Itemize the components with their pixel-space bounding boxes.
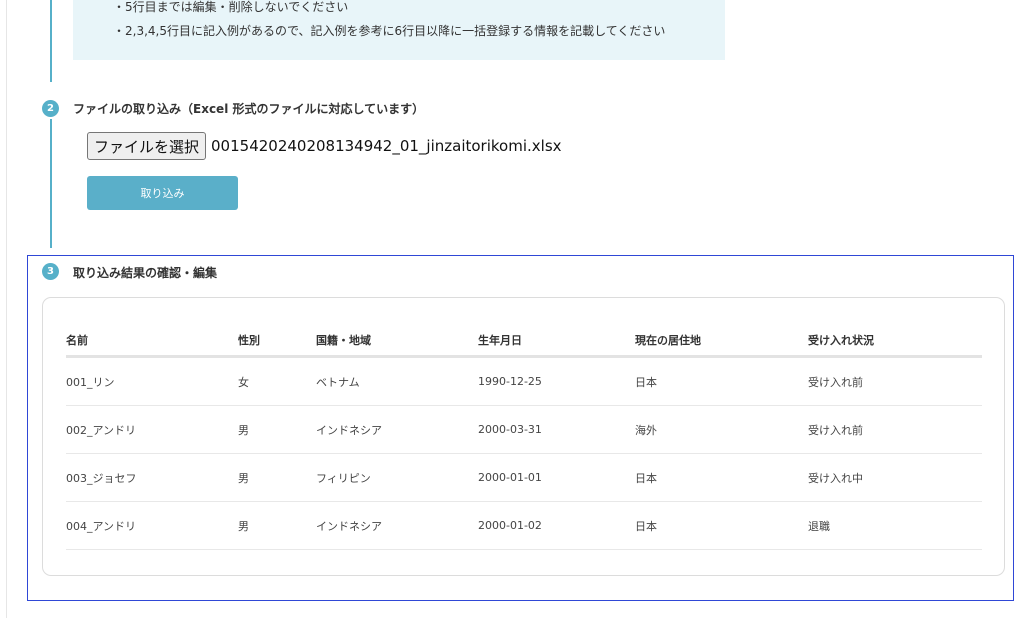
table-row: 002_アンドリ 男 インドネシア 2000-03-31 海外 受け入れ前 — [66, 406, 982, 454]
cell-name: 004_アンドリ — [66, 519, 137, 533]
cell-name: 001_リン — [66, 375, 115, 389]
file-input[interactable]: ファイルを選択 0015420240208134942_01_jinzaitor… — [87, 132, 562, 160]
cell-name: 002_アンドリ — [66, 423, 137, 437]
instruction-note-line: ・2,3,4,5行目に記入例があるので、記入例を参考に6行目以降に一括登録する情… — [113, 24, 666, 38]
table-row: 003_ジョセフ 男 フィリピン 2000-01-01 日本 受け入れ中 — [66, 454, 982, 502]
cell-name: 003_ジョセフ — [66, 471, 137, 485]
cell-gender: 男 — [238, 519, 249, 533]
cell-birthdate: 2000-03-31 — [478, 423, 542, 436]
step-2-title: ファイルの取り込み（Excel 形式のファイルに対応しています） — [73, 102, 425, 116]
cell-gender: 女 — [238, 375, 249, 389]
header-status: 受け入れ状況 — [808, 333, 874, 347]
cell-gender: 男 — [238, 471, 249, 485]
step-connector-line — [50, 0, 52, 82]
header-residence: 現在の居住地 — [635, 333, 701, 347]
cell-birthdate: 2000-01-02 — [478, 519, 542, 532]
header-birthdate: 生年月日 — [478, 333, 522, 347]
header-nationality: 国籍・地域 — [316, 333, 371, 347]
results-table: 名前 性別 国籍・地域 生年月日 現在の居住地 受け入れ状況 001_リン 女 … — [66, 324, 982, 550]
step-3-badge: 3 — [42, 263, 59, 280]
cell-gender: 男 — [238, 423, 249, 437]
cell-residence: 日本 — [635, 471, 657, 485]
cell-residence: 日本 — [635, 519, 657, 533]
cell-residence: 日本 — [635, 375, 657, 389]
cell-nationality: インドネシア — [316, 423, 382, 437]
table-header-row: 名前 性別 国籍・地域 生年月日 現在の居住地 受け入れ状況 — [66, 324, 982, 358]
step-2-badge: 2 — [42, 100, 59, 117]
cell-status: 退職 — [808, 519, 830, 533]
instruction-note-box: ・5行目までは編集・削除しないでください ・2,3,4,5行目に記入例があるので… — [73, 0, 725, 60]
import-button[interactable]: 取り込み — [87, 176, 238, 210]
cell-status: 受け入れ前 — [808, 375, 863, 389]
step-connector-line — [50, 119, 52, 248]
step-3-title: 取り込み結果の確認・編集 — [73, 266, 218, 280]
selected-file-name: 0015420240208134942_01_jinzaitorikomi.xl… — [211, 137, 562, 155]
cell-nationality: ベトナム — [316, 375, 360, 389]
page-left-border — [6, 0, 7, 618]
cell-birthdate: 1990-12-25 — [478, 375, 542, 388]
table-row: 001_リン 女 ベトナム 1990-12-25 日本 受け入れ前 — [66, 358, 982, 406]
cell-nationality: インドネシア — [316, 519, 382, 533]
cell-nationality: フィリピン — [316, 471, 371, 485]
cell-residence: 海外 — [635, 423, 657, 437]
cell-status: 受け入れ中 — [808, 471, 863, 485]
choose-file-button[interactable]: ファイルを選択 — [87, 132, 207, 160]
table-row: 004_アンドリ 男 インドネシア 2000-01-02 日本 退職 — [66, 502, 982, 550]
header-gender: 性別 — [238, 333, 260, 347]
instruction-note-line: ・5行目までは編集・削除しないでください — [113, 0, 349, 14]
cell-status: 受け入れ前 — [808, 423, 863, 437]
header-name: 名前 — [66, 333, 88, 347]
cell-birthdate: 2000-01-01 — [478, 471, 542, 484]
